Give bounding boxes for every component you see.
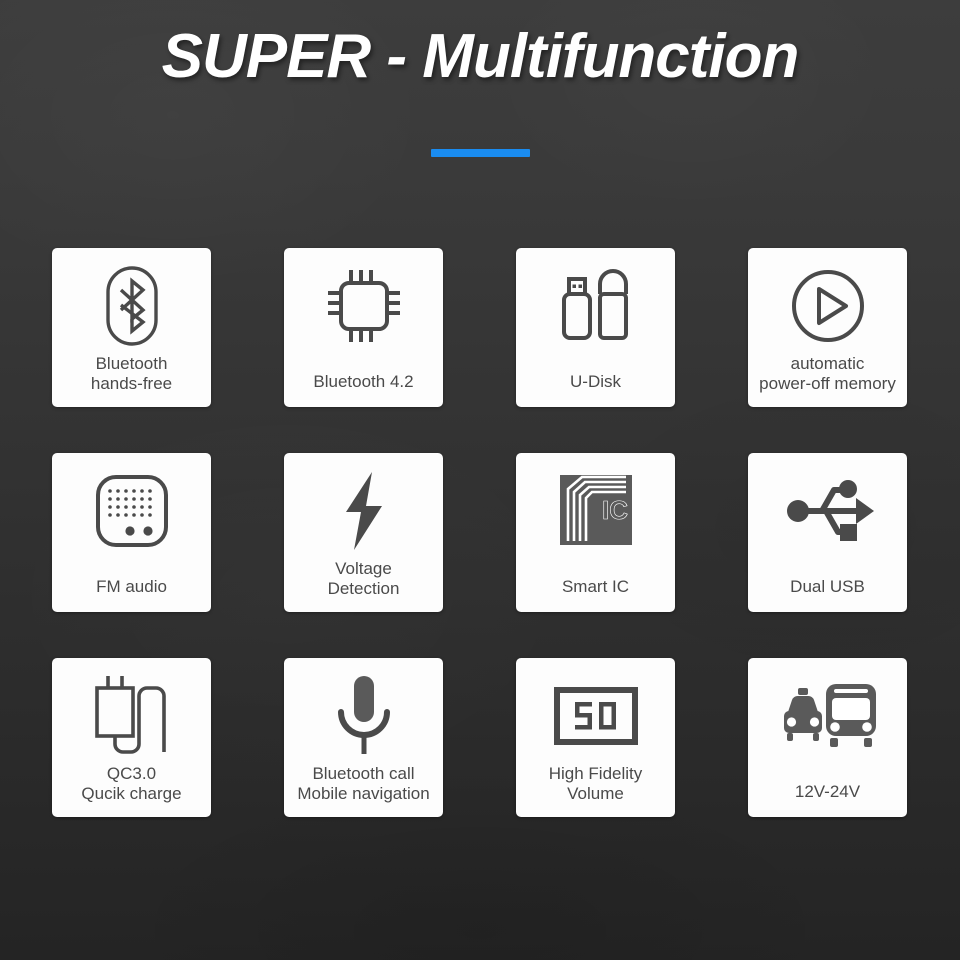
lightning-bolt-icon <box>284 467 443 555</box>
feature-label: automatic power-off memory <box>759 353 896 394</box>
usb-trident-icon <box>748 467 907 555</box>
feature-card-voltage-detection[interactable]: Voltage Detection <box>284 453 443 612</box>
feature-card-auto-power-off-memory[interactable]: automatic power-off memory <box>748 248 907 407</box>
feature-card-12v-24v[interactable]: 12V-24V <box>748 658 907 817</box>
feature-label: 12V-24V <box>794 782 861 802</box>
feature-label: Bluetooth call Mobile navigation <box>297 763 430 804</box>
volume-display-50-icon <box>516 672 675 760</box>
feature-grid: Bluetooth hands-free Bluetooth 4.2 U-Dis… <box>52 248 908 817</box>
feature-label: U-Disk <box>570 372 621 392</box>
feature-card-dual-usb[interactable]: Dual USB <box>748 453 907 612</box>
feature-card-high-fidelity-volume[interactable]: High Fidelity Volume <box>516 658 675 817</box>
feature-label: FM audio <box>96 577 167 597</box>
feature-card-smart-ic[interactable]: IC Smart IC <box>516 453 675 612</box>
taxi-bus-icon <box>748 672 907 760</box>
usb-flash-drive-icon <box>516 262 675 350</box>
wall-charger-icon <box>52 672 211 760</box>
feature-card-bluetooth-hands-free[interactable]: Bluetooth hands-free <box>52 248 211 407</box>
smart-ic-chip-icon: IC <box>516 467 675 555</box>
feature-card-bluetooth-call-navigation[interactable]: Bluetooth call Mobile navigation <box>284 658 443 817</box>
header: SUPER - Multifunction <box>0 24 960 89</box>
title-underline-accent <box>431 149 530 157</box>
feature-card-fm-audio[interactable]: FM audio <box>52 453 211 612</box>
feature-card-u-disk[interactable]: U-Disk <box>516 248 675 407</box>
chip-icon <box>284 262 443 350</box>
feature-card-bluetooth-42[interactable]: Bluetooth 4.2 <box>284 248 443 407</box>
feature-label: High Fidelity Volume <box>548 763 643 804</box>
radio-speaker-icon <box>52 467 211 555</box>
svg-text:IC: IC <box>602 495 628 525</box>
feature-label: QC3.0 Qucik charge <box>81 763 182 804</box>
microphone-icon <box>284 672 443 760</box>
feature-label: Dual USB <box>790 577 865 597</box>
feature-label: Bluetooth hands-free <box>90 353 173 394</box>
bluetooth-icon <box>52 262 211 350</box>
page-title: SUPER - Multifunction <box>161 22 800 91</box>
feature-label: Bluetooth 4.2 <box>313 372 414 392</box>
feature-label: Smart IC <box>561 577 630 597</box>
feature-card-qc30-quick-charge[interactable]: QC3.0 Qucik charge <box>52 658 211 817</box>
play-circle-icon <box>748 262 907 350</box>
feature-label: Voltage Detection <box>327 558 400 599</box>
